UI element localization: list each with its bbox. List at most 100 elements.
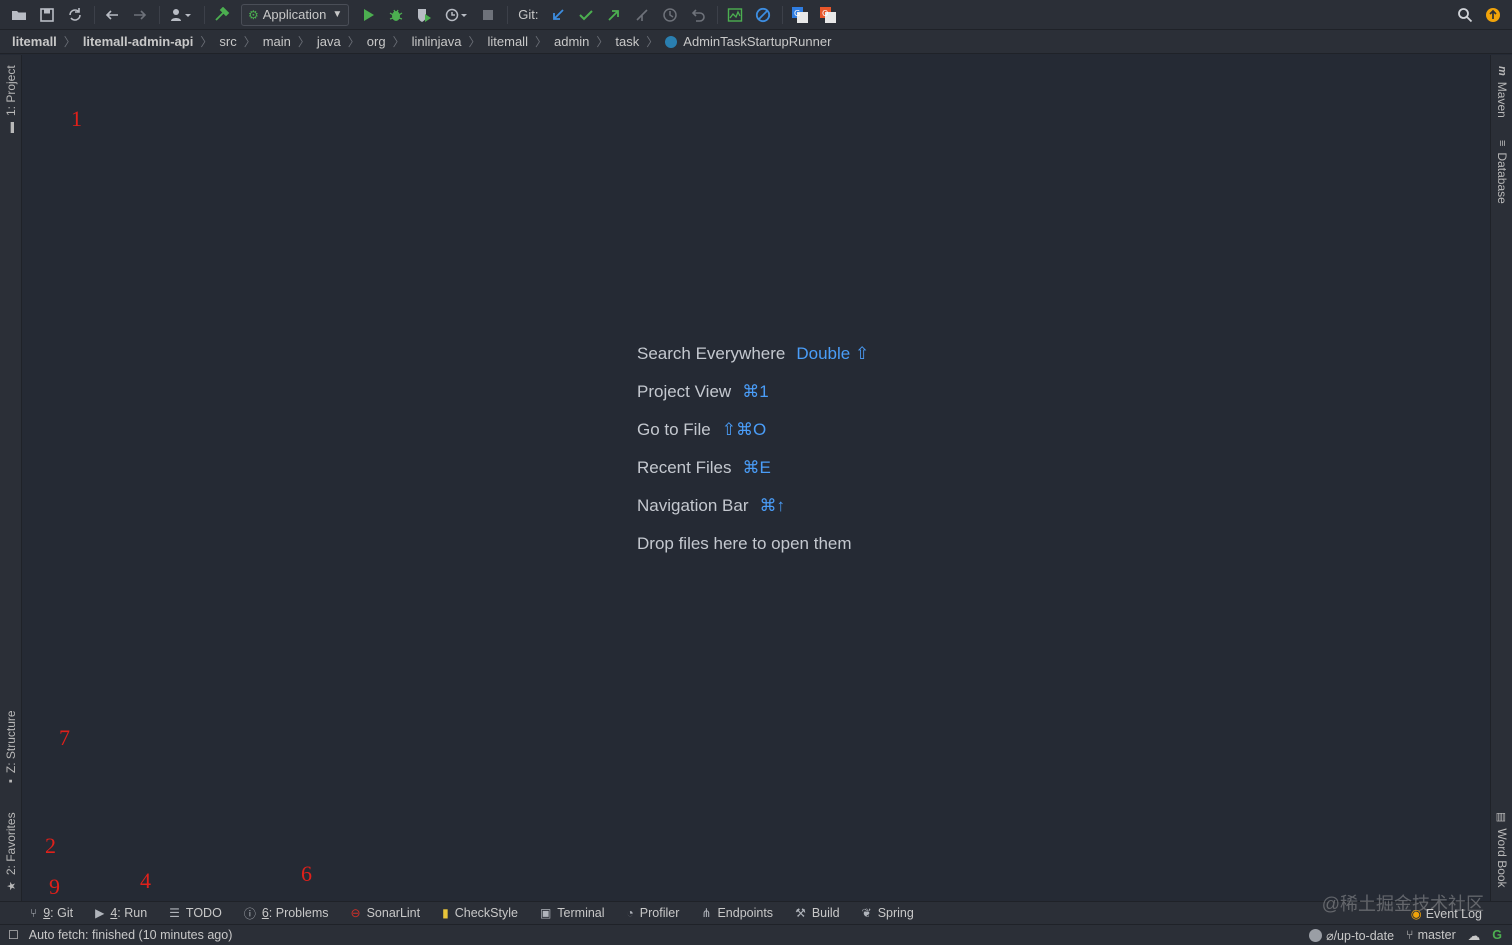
memory-indicator-icon[interactable]: ☁ (1468, 928, 1481, 943)
tab-terminal-label: Terminal (557, 906, 605, 920)
tab-problems[interactable]: ⓘ 6: Problems (244, 905, 329, 922)
breadcrumb-item[interactable]: org (367, 34, 386, 49)
save-icon[interactable] (34, 2, 60, 28)
application-config-icon: ⚙ (248, 7, 259, 22)
main-toolbar: ⚙ Application ▼ Git: G O (0, 0, 1512, 30)
office-translate-icon[interactable]: O (815, 2, 841, 28)
monitor-chart-icon[interactable] (722, 2, 748, 28)
run-with-coverage-icon[interactable] (411, 2, 437, 28)
svg-text:O: O (822, 9, 828, 18)
left-tool-stripe: ▬ 1: Project ▪ Z: Structure ★ 2: Favorit… (0, 55, 22, 901)
tab-maven-label: Maven (1495, 81, 1509, 118)
breadcrumb-item[interactable]: linlinjava (412, 34, 462, 49)
breadcrumb-item[interactable]: main (263, 34, 291, 49)
git-update-icon[interactable] (545, 2, 571, 28)
status-message[interactable]: Auto fetch: finished (10 minutes ago) (29, 928, 233, 942)
build-hammer-icon[interactable] (209, 2, 235, 28)
tab-problems-number: 6 (261, 906, 269, 920)
tab-event-log[interactable]: ◉ Event Log (1411, 906, 1482, 922)
breadcrumb-item[interactable]: java (317, 34, 341, 49)
svg-text:G: G (794, 9, 800, 18)
profile-dropdown-icon[interactable] (439, 2, 473, 28)
breadcrumb-separator: 〉 (63, 35, 76, 49)
tab-structure[interactable]: ▪ Z: Structure (4, 710, 18, 783)
toolbar-separator (159, 5, 160, 24)
tab-build[interactable]: ⚒ Build (795, 906, 840, 920)
breadcrumb-item[interactable]: task (615, 34, 639, 49)
update-available-icon[interactable] (1480, 2, 1506, 28)
breadcrumb-item[interactable]: litemall-admin-api (83, 34, 194, 49)
tab-run-label: : Run (117, 906, 148, 920)
tab-terminal[interactable]: ▣ Terminal (540, 906, 605, 920)
tab-endpoints[interactable]: ⋔ Endpoints (701, 906, 773, 920)
star-icon: ★ (5, 881, 18, 891)
breadcrumb-item[interactable]: litemall (488, 34, 528, 49)
user-dropdown-icon[interactable] (164, 2, 198, 28)
hint-label: Go to File (637, 420, 711, 439)
git-merge-icon[interactable] (629, 2, 655, 28)
tab-spring[interactable]: ❦ Spring (862, 906, 914, 920)
git-commit-icon[interactable] (573, 2, 599, 28)
run-configuration-select[interactable]: ⚙ Application ▼ (241, 3, 350, 26)
tab-checkstyle[interactable]: ▮ CheckStyle (442, 906, 518, 920)
tab-run[interactable]: ▶ 4: Run (95, 906, 147, 920)
tab-project[interactable]: ▬ 1: Project (4, 65, 18, 133)
breadcrumb-item[interactable]: src (219, 34, 236, 49)
hint-drop-files: Drop files here to open them (637, 525, 869, 563)
breadcrumb-item[interactable]: litemall (12, 34, 57, 49)
breadcrumb-separator: 〉 (468, 35, 481, 49)
stop-icon[interactable] (475, 2, 501, 28)
rollback-icon[interactable] (685, 2, 711, 28)
hint-label: Recent Files (637, 458, 732, 477)
search-icon[interactable] (1452, 2, 1478, 28)
sync-icon[interactable] (62, 2, 88, 28)
tab-word-book[interactable]: ▤ Word Book (1495, 812, 1509, 888)
vcs-status-label: ⌀/up-to-date (1326, 928, 1395, 943)
checkstyle-icon: ▮ (442, 906, 449, 920)
book-icon: ▤ (1495, 812, 1508, 823)
tab-event-log-label: Event Log (1425, 906, 1482, 921)
bottom-tool-window-bar: ⑂ 9: Git ▶ 4: Run ☰ TODO ⓘ 6: Problems ⊖… (0, 894, 1512, 924)
breadcrumb-separator: 〉 (392, 35, 405, 49)
run-icon[interactable] (355, 2, 381, 28)
hint-label: Search Everywhere (637, 344, 786, 363)
status-panel-toggle-icon[interactable]: ☐ (8, 928, 19, 942)
tab-git-label: : Git (50, 906, 74, 920)
toolbar-separator (716, 5, 718, 24)
history-clock-icon[interactable] (657, 2, 683, 28)
tab-database-label: Database (1495, 152, 1509, 204)
tab-project-label: 1: Project (4, 65, 18, 116)
tab-word-book-label: Word Book (1495, 828, 1509, 888)
tab-profiler[interactable]: ◔ Profiler (627, 906, 680, 920)
open-folder-icon[interactable] (6, 2, 32, 28)
translate-icon[interactable]: G (787, 2, 813, 28)
breadcrumb-separator: 〉 (243, 35, 256, 49)
breadcrumb-item[interactable]: admin (554, 34, 589, 49)
toolbar-separator (94, 5, 95, 24)
editor-empty-area[interactable]: Search Everywhere Double ⇧ Project View … (22, 55, 1490, 901)
block-circle-icon[interactable] (750, 2, 776, 28)
git-branch-widget[interactable]: ⑂ master (1406, 928, 1456, 942)
breadcrumb-separator: 〉 (596, 35, 609, 49)
breadcrumb-separator: 〉 (297, 35, 310, 49)
vcs-status[interactable]: ⌀/up-to-date (1309, 928, 1394, 943)
tab-sonarlint[interactable]: ⊖ SonarLint (351, 906, 421, 920)
tab-database[interactable]: ≡ Database (1495, 140, 1509, 204)
forward-arrow-icon[interactable] (127, 2, 153, 28)
tab-endpoints-label: Endpoints (717, 906, 774, 920)
hint-shortcut: ⌘E (742, 458, 771, 477)
google-icon[interactable]: G (1492, 928, 1502, 942)
breadcrumb-separator: 〉 (646, 35, 659, 49)
tab-profiler-label: Profiler (639, 906, 680, 920)
tab-favorites[interactable]: ★ 2: Favorites (4, 812, 18, 891)
tab-git[interactable]: ⑂ 9: Git (30, 906, 73, 920)
debug-icon[interactable] (383, 2, 409, 28)
tab-todo[interactable]: ☰ TODO (169, 906, 222, 920)
status-bar: ☐ Auto fetch: finished (10 minutes ago) … (0, 924, 1512, 945)
breadcrumb-item-current-class[interactable]: AdminTaskStartupRunner (683, 34, 831, 49)
terminal-icon: ▣ (539, 906, 552, 920)
play-icon: ▶ (95, 906, 105, 920)
tab-maven[interactable]: m Maven (1495, 66, 1509, 118)
back-arrow-icon[interactable] (99, 2, 125, 28)
git-push-icon[interactable] (601, 2, 627, 28)
